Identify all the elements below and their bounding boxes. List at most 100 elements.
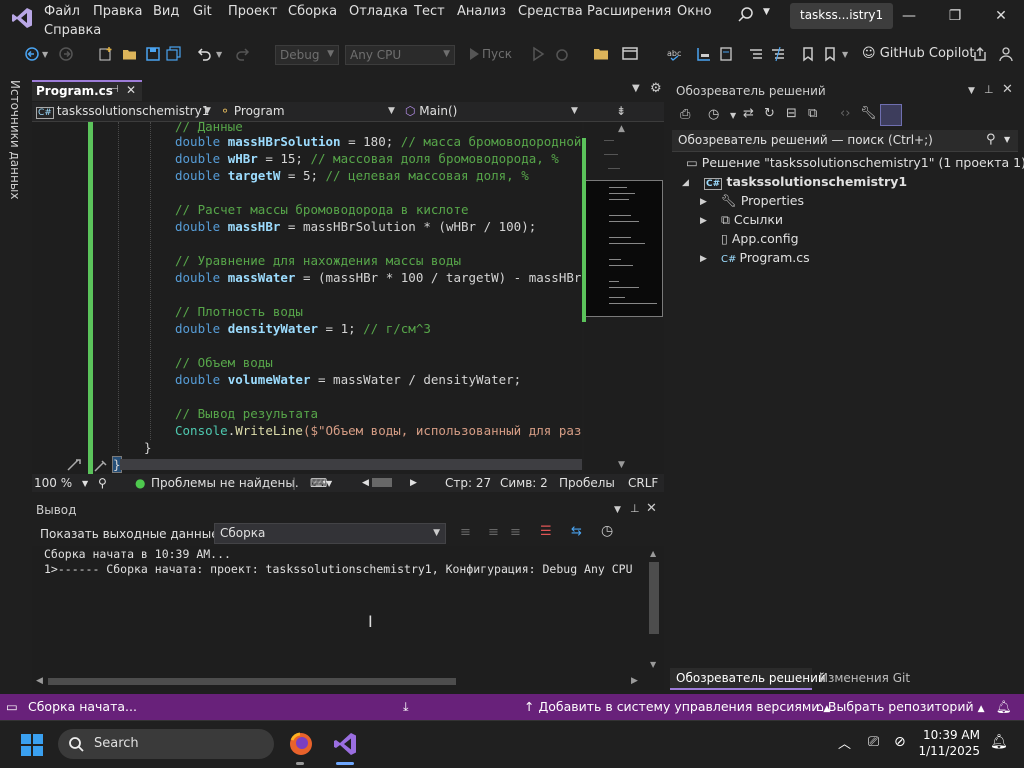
comment-lines-icon[interactable] xyxy=(748,46,764,62)
output-source-select[interactable]: Сборка ▼ xyxy=(214,523,446,544)
menu-tools[interactable]: Средства xyxy=(518,4,583,19)
firefox-icon[interactable] xyxy=(288,731,314,757)
collapsed-arrow-icon[interactable]: ▶ xyxy=(700,254,707,264)
feedback-icon[interactable] xyxy=(998,46,1014,62)
data-sources-tab[interactable]: Источники данных xyxy=(8,80,22,199)
undo-dropdown-icon[interactable]: ▼ xyxy=(216,50,232,66)
pending-changes-icon[interactable]: ◷ xyxy=(708,107,719,122)
show-all-files-icon[interactable]: ⧉ xyxy=(808,106,817,121)
class-dropdown[interactable]: ⚬ Program ▼ xyxy=(220,104,400,122)
start-button[interactable]: Пуск xyxy=(482,47,512,61)
select-repository-button[interactable]: ⌂ Выбрать репозиторий ▲ xyxy=(816,699,985,714)
solution-name-badge[interactable]: taskss...istry1 xyxy=(790,3,894,29)
tree-project[interactable]: C# taskssolutionschemistry1 xyxy=(704,174,907,190)
notification-bell-icon[interactable]: 🔔︎ xyxy=(990,734,1008,750)
bookmark-list-icon[interactable] xyxy=(718,46,734,62)
search-dropdown-icon[interactable]: ▼ xyxy=(763,7,770,17)
window-layout-icon[interactable] xyxy=(622,46,638,62)
menu-extensions[interactable]: Расширения xyxy=(587,4,671,19)
taskbar-search-box[interactable]: Search xyxy=(58,729,274,759)
tree-item-references[interactable]: ⧉ Ссылки xyxy=(721,212,783,228)
navigate-back-icon[interactable] xyxy=(24,46,40,62)
share-icon[interactable] xyxy=(972,46,988,62)
brush-dropdown-icon[interactable]: ▼ xyxy=(326,479,332,488)
solution-search-input[interactable]: Обозреватель решений — поиск (Ctrl+;) ⚲ … xyxy=(672,130,1018,152)
tree-solution[interactable]: ▭ Решение "taskssolutionschemistry1" (1 … xyxy=(686,155,1024,170)
pin-icon[interactable]: ⊣ xyxy=(110,84,119,95)
zoom-level[interactable]: 100 % xyxy=(34,476,72,490)
close-panel-icon[interactable]: ✕ xyxy=(646,501,657,516)
pending-dropdown-icon[interactable]: ▼ xyxy=(730,111,736,120)
split-editor-icon[interactable]: ⇟ xyxy=(616,104,626,118)
refresh-icon[interactable]: ↻ xyxy=(764,106,775,121)
panel-dropdown-icon[interactable]: ▼ xyxy=(614,505,621,515)
github-copilot-button[interactable]: ☺ GitHub Copilot xyxy=(862,46,974,61)
tree-item-app-config[interactable]: ▯ App.config xyxy=(721,231,799,246)
scroll-left-icon[interactable]: ◀ xyxy=(362,478,369,488)
properties-wrench-icon[interactable]: 🔧︎ xyxy=(860,106,877,121)
tree-item-properties[interactable]: 🔧︎ Properties xyxy=(721,193,804,209)
minimap-viewport[interactable] xyxy=(584,180,663,317)
new-project-icon[interactable] xyxy=(98,46,114,62)
zoom-dropdown-icon[interactable]: ▼ xyxy=(82,479,88,488)
notifications-bell-icon[interactable]: 🔔︎ xyxy=(996,699,1012,715)
scroll-down-icon[interactable]: ▼ xyxy=(650,660,656,669)
menu-test[interactable]: Тест xyxy=(414,4,445,19)
settings-gear-icon[interactable]: ⚙ xyxy=(650,81,662,96)
hot-reload-icon[interactable] xyxy=(554,46,570,62)
visual-studio-logo-icon[interactable] xyxy=(10,6,34,30)
problems-status[interactable]: Проблемы не найдены. xyxy=(151,476,299,490)
editor-horizontal-scrollbar[interactable] xyxy=(120,459,582,470)
uncomment-lines-icon[interactable] xyxy=(770,46,786,62)
start-without-debug-icon[interactable] xyxy=(530,46,546,62)
member-dropdown[interactable]: ⬡ Main() ▼ xyxy=(405,104,583,122)
collapsed-arrow-icon[interactable]: ▶ xyxy=(700,216,707,226)
taskbar-time[interactable]: 10:39 AM xyxy=(920,728,980,742)
expanded-arrow-icon[interactable]: ◢ xyxy=(682,178,689,188)
platform-select[interactable]: Any CPU ▼ xyxy=(345,45,455,65)
indentation-mode[interactable]: Пробелы xyxy=(559,476,615,490)
screwdriver-icon[interactable] xyxy=(94,460,108,472)
panel-dropdown-icon[interactable]: ▼ xyxy=(968,86,975,96)
line-number[interactable]: Стр: 27 xyxy=(445,476,491,490)
bookmark-icon[interactable] xyxy=(800,46,816,62)
redo-icon[interactable] xyxy=(235,46,251,62)
save-icon[interactable] xyxy=(145,46,161,62)
menu-help[interactable]: Справка xyxy=(44,23,101,38)
menu-window[interactable]: Окно xyxy=(677,4,712,19)
solution-explorer-toolbar-icon[interactable] xyxy=(593,46,609,62)
network-icon[interactable]: ⎚ xyxy=(868,734,879,750)
toggle-breakpoint-icon[interactable] xyxy=(696,46,712,62)
menu-analyze[interactable]: Анализ xyxy=(457,4,506,19)
clear-all-icon[interactable]: ☰ xyxy=(540,524,552,539)
sync-icon[interactable]: ⇄ xyxy=(743,106,754,121)
open-folder-icon[interactable] xyxy=(122,46,138,62)
find-message-icon[interactable]: ≡ xyxy=(460,525,471,540)
preview-selected-items-icon[interactable] xyxy=(880,104,902,126)
volume-icon[interactable]: ⊘ xyxy=(894,734,906,750)
brush-icon[interactable]: ⌨ xyxy=(310,476,327,490)
maximize-icon[interactable]: ❐ xyxy=(945,6,965,26)
pin-icon[interactable]: ⊥ xyxy=(630,502,640,515)
visual-studio-taskbar-icon[interactable] xyxy=(332,731,358,757)
scroll-left-icon[interactable]: ◀ xyxy=(36,676,43,686)
back-dropdown-icon[interactable]: ▼ xyxy=(42,50,58,66)
spell-check-icon[interactable]: abc xyxy=(666,46,682,62)
quick-actions-icon[interactable] xyxy=(66,458,84,472)
menu-project[interactable]: Проект xyxy=(228,4,277,19)
scroll-up-icon[interactable]: ▲ xyxy=(618,124,625,134)
column-number[interactable]: Симв: 2 xyxy=(500,476,548,490)
horizontal-scroll-thumb[interactable] xyxy=(372,478,392,487)
collapse-all-icon[interactable]: ⊟ xyxy=(786,106,797,121)
switch-views-icon[interactable]: ⎙ xyxy=(680,107,690,122)
word-wrap-icon[interactable]: ⇆ xyxy=(571,524,582,539)
taskbar-date[interactable]: 1/11/2025 xyxy=(912,744,980,758)
tab-solution-explorer[interactable]: Обозреватель решений xyxy=(670,668,826,690)
tab-program-cs[interactable]: Program.cs ⊣ ✕ xyxy=(32,80,142,101)
next-message-icon[interactable]: ≡ xyxy=(510,525,521,540)
prev-message-icon[interactable]: ≡ xyxy=(488,525,499,540)
configuration-select[interactable]: Debug ▼ xyxy=(275,45,339,65)
tab-dropdown-icon[interactable]: ▼ xyxy=(632,83,640,94)
undo-icon[interactable] xyxy=(196,46,212,62)
scroll-down-icon[interactable]: ▼ xyxy=(618,460,625,470)
